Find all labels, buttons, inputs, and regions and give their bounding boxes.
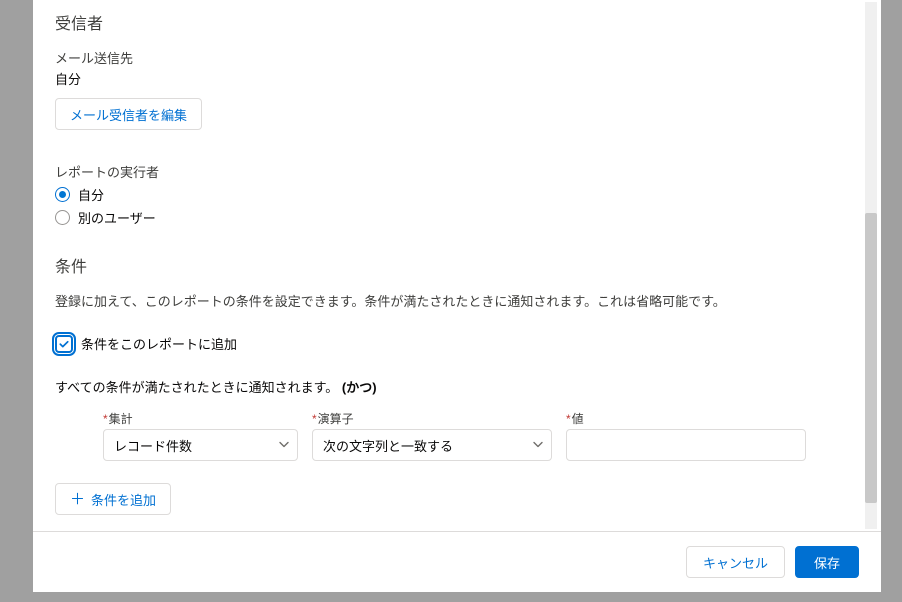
radio-icon xyxy=(55,187,70,202)
add-conditions-label: 条件をこのレポートに追加 xyxy=(81,334,237,353)
notify-line: すべての条件が満たされたときに通知されます。 (かつ) xyxy=(55,377,849,396)
run-as-other-radio[interactable]: 別のユーザー xyxy=(55,208,849,227)
send-to-value: 自分 xyxy=(55,69,849,88)
run-as-self-radio[interactable]: 自分 xyxy=(55,185,849,204)
add-condition-button[interactable]: ＋ 条件を追加 xyxy=(55,483,171,515)
operator-select[interactable]: 次の文字列と一致する xyxy=(312,429,552,461)
modal-footer: キャンセル 保存 xyxy=(33,531,881,592)
aggregate-label: *集計 xyxy=(103,410,298,427)
aggregate-select[interactable]: レコード件数 xyxy=(103,429,298,461)
run-as-other-label: 別のユーザー xyxy=(78,208,156,227)
value-column: *値 xyxy=(566,410,806,461)
notify-prefix: すべての条件が満たされたときに通知されます。 xyxy=(55,380,338,395)
value-input[interactable] xyxy=(566,429,806,461)
radio-icon xyxy=(55,210,70,225)
add-condition-label: 条件を追加 xyxy=(91,490,156,509)
modal-dialog: 受信者 メール送信先 自分 メール受信者を編集 レポートの実行者 自分 別のユー… xyxy=(33,0,881,592)
notify-logic: (かつ) xyxy=(342,380,377,395)
send-to-label: メール送信先 xyxy=(55,48,849,67)
run-as-title: レポートの実行者 xyxy=(55,162,849,181)
operator-value: 次の文字列と一致する xyxy=(323,436,453,455)
add-conditions-checkbox-row: 条件をこのレポートに追加 xyxy=(55,334,849,353)
cancel-button[interactable]: キャンセル xyxy=(686,546,785,578)
aggregate-column: *集計 レコード件数 xyxy=(103,410,298,461)
operator-column: *演算子 次の文字列と一致する xyxy=(312,410,552,461)
scrollbar[interactable] xyxy=(863,2,879,529)
aggregate-value: レコード件数 xyxy=(114,436,192,455)
chevron-down-icon xyxy=(279,438,289,453)
operator-label: *演算子 xyxy=(312,410,552,427)
conditions-title: 条件 xyxy=(55,253,849,277)
check-icon xyxy=(58,338,70,350)
scrollbar-thumb[interactable] xyxy=(865,213,877,503)
plus-icon: ＋ xyxy=(70,492,85,507)
value-label: *値 xyxy=(566,410,806,427)
recipients-title: 受信者 xyxy=(55,10,849,34)
add-conditions-checkbox[interactable] xyxy=(55,335,73,353)
modal-content: 受信者 メール送信先 自分 メール受信者を編集 レポートの実行者 自分 別のユー… xyxy=(55,10,863,515)
conditions-help-text: 登録に加えて、このレポートの条件を設定できます。条件が満たされたときに通知されま… xyxy=(55,291,849,310)
chevron-down-icon xyxy=(533,438,543,453)
run-as-self-label: 自分 xyxy=(78,185,104,204)
save-button[interactable]: 保存 xyxy=(795,546,859,578)
run-as-radio-group: 自分 別のユーザー xyxy=(55,185,849,227)
edit-recipients-button[interactable]: メール受信者を編集 xyxy=(55,98,202,130)
modal-body: 受信者 メール送信先 自分 メール受信者を編集 レポートの実行者 自分 別のユー… xyxy=(33,0,881,531)
condition-row: *集計 レコード件数 *演算子 次の文字列と一致する xyxy=(103,410,849,461)
